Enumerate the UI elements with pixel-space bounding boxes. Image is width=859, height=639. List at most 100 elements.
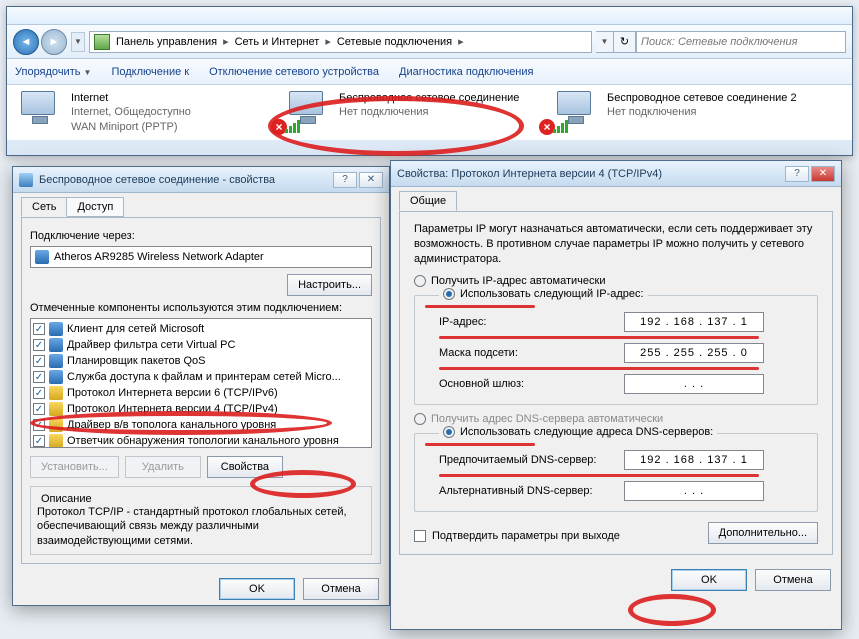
cmd-organize[interactable]: Упорядочить ▼ — [15, 66, 91, 78]
radio-use-dns[interactable]: Использовать следующие адреса DNS-сервер… — [439, 426, 717, 438]
checkbox-icon[interactable]: ✓ — [33, 403, 45, 415]
dns-group: Использовать следующие адреса DNS-сервер… — [414, 433, 818, 512]
protocol-icon — [49, 402, 63, 416]
tab-network[interactable]: Сеть — [21, 197, 67, 217]
preferred-dns-field[interactable]: 192 . 168 . 137 . 1 — [624, 450, 764, 470]
connection-name: Internet — [71, 91, 191, 105]
breadcrumb-dropdown[interactable]: ▼ — [596, 31, 614, 53]
ok-button[interactable]: OK — [219, 578, 295, 600]
label-dns1: Предпочитаемый DNS-сервер: — [439, 454, 624, 466]
radio-icon — [414, 413, 426, 425]
search-input[interactable]: Поиск: Сетевые подключения — [636, 31, 846, 53]
description-legend: Описание — [37, 493, 96, 505]
list-item[interactable]: ✓Планировщик пакетов QoS — [33, 353, 369, 369]
list-item[interactable]: ✓Протокол Интернета версии 6 (TCP/IPv6) — [33, 385, 369, 401]
list-item[interactable]: ✓Ответчик обнаружения топологии канально… — [33, 433, 369, 448]
install-button[interactable]: Установить... — [30, 456, 119, 478]
ok-button[interactable]: OK — [671, 569, 747, 591]
signal-bars-icon — [285, 120, 300, 133]
checkbox-icon[interactable]: ✓ — [33, 339, 45, 351]
list-item-tcpipv4[interactable]: ✓Протокол Интернета версии 4 (TCP/IPv4) — [33, 401, 369, 417]
cmd-disable[interactable]: Отключение сетевого устройства — [209, 66, 379, 78]
cmd-diagnose[interactable]: Диагностика подключения — [399, 66, 533, 78]
connection-item[interactable]: × Беспроводное сетевое соединение 2 Нет … — [551, 91, 801, 134]
checkbox-icon[interactable]: ✓ — [33, 323, 45, 335]
remove-button[interactable]: Удалить — [125, 456, 201, 478]
breadcrumb[interactable]: Панель управления ▸ Сеть и Интернет ▸ Се… — [89, 31, 592, 53]
configure-button[interactable]: Настроить... — [287, 274, 372, 296]
cmd-connect[interactable]: Подключение к — [111, 66, 189, 78]
help-button[interactable]: ? — [333, 172, 357, 188]
radio-auto-dns: Получить адрес DNS-сервера автоматически — [414, 413, 818, 425]
annotation-underline-icon — [439, 336, 759, 339]
connection-icon: × — [551, 91, 599, 133]
qos-icon — [49, 354, 63, 368]
checkbox-icon[interactable]: ✓ — [33, 419, 45, 431]
components-listbox[interactable]: ✓Клиент для сетей Microsoft ✓Драйвер фил… — [30, 318, 372, 448]
alternate-dns-field[interactable]: . . . — [624, 481, 764, 501]
breadcrumb-item[interactable]: Сетевые подключения — [337, 36, 452, 48]
dialog-title: Свойства: Протокол Интернета версии 4 (T… — [397, 168, 662, 180]
description-group: Описание Протокол TCP/IP - стандартный п… — [30, 486, 372, 555]
radio-icon — [443, 426, 455, 438]
search-placeholder: Поиск: Сетевые подключения — [641, 36, 798, 48]
connection-device: WAN Miniport (PPTP) — [71, 120, 191, 134]
dialog-title: Беспроводное сетевое соединение - свойст… — [39, 174, 275, 186]
gateway-field[interactable]: . . . — [624, 374, 764, 394]
annotation-underline-icon — [425, 305, 535, 308]
checkbox-icon — [414, 530, 426, 542]
ip-address-field[interactable]: 192 . 168 . 137 . 1 — [624, 312, 764, 332]
help-button[interactable]: ? — [785, 166, 809, 182]
description-text: Протокол TCP/IP - стандартный протокол г… — [37, 505, 365, 548]
subnet-mask-field[interactable]: 255 . 255 . 255 . 0 — [624, 343, 764, 363]
label-gateway: Основной шлюз: — [439, 378, 624, 390]
responder-icon — [49, 434, 63, 448]
connection-properties-dialog: Беспроводное сетевое соединение - свойст… — [12, 166, 390, 606]
nav-history-dropdown[interactable]: ▼ — [71, 32, 85, 52]
cancel-button[interactable]: Отмена — [755, 569, 831, 591]
radio-auto-ip[interactable]: Получить IP-адрес автоматически — [414, 275, 818, 287]
ip-group: Использовать следующий IP-адрес: IP-адре… — [414, 295, 818, 405]
forward-button[interactable]: ► — [41, 29, 67, 55]
annotation-underline-icon — [439, 474, 759, 477]
label-dns2: Альтернативный DNS-сервер: — [439, 485, 624, 497]
properties-button[interactable]: Свойства — [207, 456, 283, 478]
adapter-field[interactable]: Atheros AR9285 Wireless Network Adapter — [30, 246, 372, 268]
monitor-icon — [289, 91, 323, 115]
label-connect-via: Подключение через: — [30, 230, 372, 242]
close-button[interactable]: ✕ — [359, 172, 383, 188]
list-item[interactable]: ✓Драйвер в/в тополога канального уровня — [33, 417, 369, 433]
close-button[interactable]: ✕ — [811, 166, 835, 182]
refresh-button[interactable]: ↻ — [614, 31, 636, 53]
annotation-underline-icon — [425, 443, 535, 446]
checkbox-icon[interactable]: ✓ — [33, 435, 45, 447]
chevron-down-icon: ▼ — [84, 68, 92, 77]
breadcrumb-item[interactable]: Сеть и Интернет — [235, 36, 320, 48]
tab-general[interactable]: Общие — [399, 191, 457, 211]
list-item[interactable]: ✓Клиент для сетей Microsoft — [33, 321, 369, 337]
radio-use-ip[interactable]: Использовать следующий IP-адрес: — [439, 288, 648, 300]
back-button[interactable]: ◄ — [13, 29, 39, 55]
tabs: Сеть Доступ — [13, 193, 389, 217]
connection-item[interactable]: Internet Internet, Общедоступно WAN Mini… — [15, 91, 265, 134]
checkbox-icon[interactable]: ✓ — [33, 355, 45, 367]
service-icon — [49, 370, 63, 384]
advanced-button[interactable]: Дополнительно... — [708, 522, 818, 544]
adapter-icon — [35, 250, 49, 264]
list-item[interactable]: ✓Служба доступа к файлам и принтерам сет… — [33, 369, 369, 385]
connection-name: Беспроводное сетевое соединение 2 — [607, 91, 797, 105]
breadcrumb-item[interactable]: Панель управления — [116, 36, 217, 48]
dialog-titlebar: Свойства: Протокол Интернета версии 4 (T… — [391, 161, 841, 187]
driver-icon — [49, 338, 63, 352]
connection-item[interactable]: × Беспроводное сетевое соединение Нет по… — [283, 91, 533, 134]
connection-status: Internet, Общедоступно — [71, 105, 191, 119]
client-icon — [49, 322, 63, 336]
checkbox-icon[interactable]: ✓ — [33, 371, 45, 383]
label-mask: Маска подсети: — [439, 347, 624, 359]
cancel-button[interactable]: Отмена — [303, 578, 379, 600]
connection-icon — [15, 91, 63, 133]
tab-access[interactable]: Доступ — [66, 197, 124, 217]
validate-checkbox[interactable]: Подтвердить параметры при выходе — [414, 530, 620, 542]
list-item[interactable]: ✓Драйвер фильтра сети Virtual PC — [33, 337, 369, 353]
checkbox-icon[interactable]: ✓ — [33, 387, 45, 399]
